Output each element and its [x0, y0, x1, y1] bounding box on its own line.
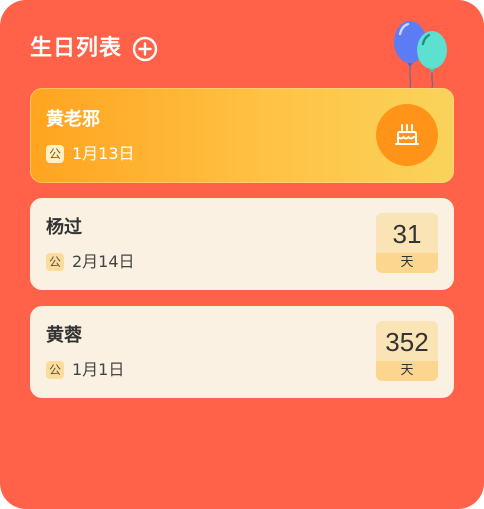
calendar-type-badge: 公 [46, 361, 64, 379]
days-remaining-unit: 天 [376, 361, 438, 381]
plus-circle-icon[interactable] [132, 36, 158, 62]
birthday-date: 2月14日 [72, 252, 135, 271]
days-remaining-unit: 天 [376, 253, 438, 273]
days-remaining-box: 352 天 [376, 321, 438, 381]
days-remaining-count: 352 [376, 321, 438, 361]
birthday-card[interactable]: 杨过 公 2月14日 31 天 [30, 198, 454, 290]
birthday-widget: 生日列表 黄老邪 公 1月13日 杨过 公 2月14日 31 天 黄蓉 公 1月… [0, 0, 484, 509]
birthday-date-row: 公 1月13日 [46, 144, 135, 164]
birthday-card[interactable]: 黄蓉 公 1月1日 352 天 [30, 306, 454, 398]
days-remaining-box: 31 天 [376, 213, 438, 273]
calendar-type-badge: 公 [46, 253, 64, 271]
birthday-card-today[interactable]: 黄老邪 公 1月13日 [30, 88, 454, 183]
birthday-cake-icon [395, 124, 419, 145]
birthday-date: 1月13日 [72, 144, 135, 163]
widget-header: 生日列表 [30, 34, 158, 64]
birthday-date-row: 公 1月1日 [46, 360, 124, 380]
birthday-name: 黄蓉 [46, 325, 82, 346]
calendar-type-badge: 公 [46, 145, 64, 163]
balloons-icon [394, 21, 447, 89]
widget-title: 生日列表 [30, 36, 123, 61]
birthday-date-row: 公 2月14日 [46, 252, 135, 272]
birthday-name: 黄老邪 [46, 109, 100, 130]
birthday-cake-badge [376, 104, 438, 166]
birthday-date: 1月1日 [72, 360, 125, 379]
days-remaining-count: 31 [376, 213, 438, 253]
birthday-name: 杨过 [46, 217, 82, 238]
